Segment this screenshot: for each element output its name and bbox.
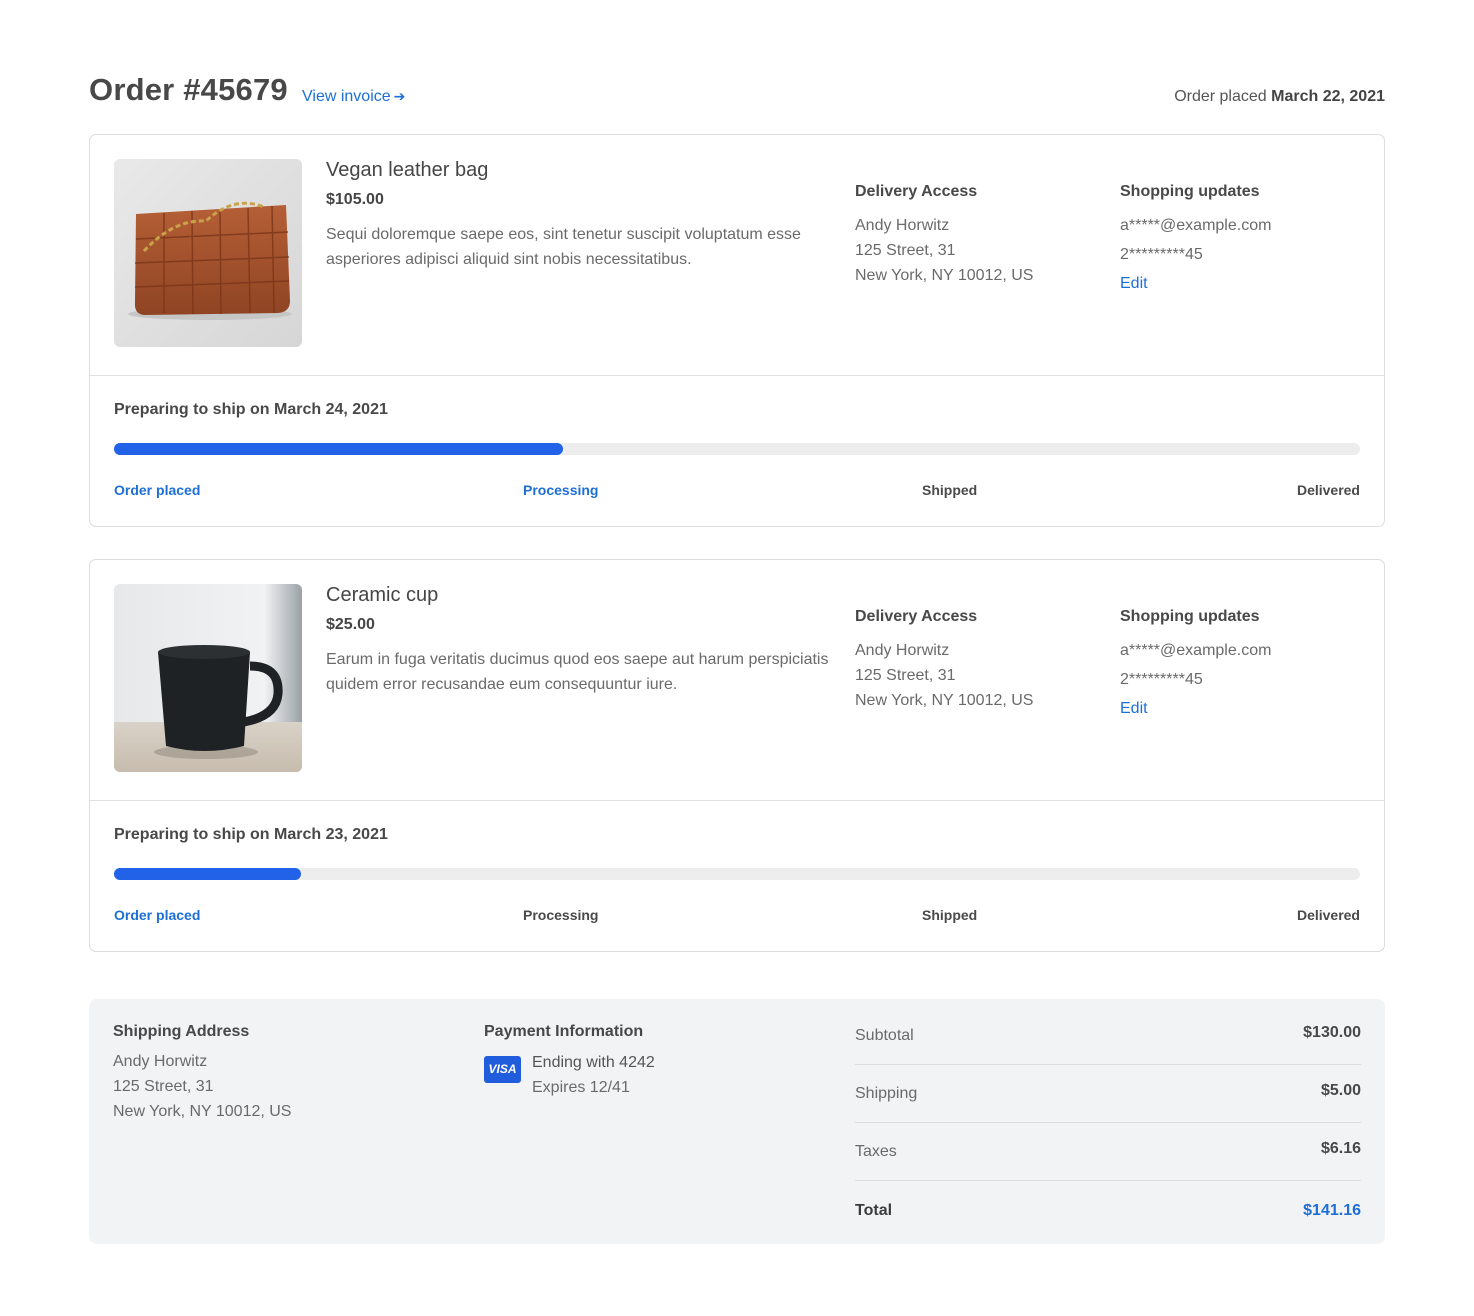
shipping-row: Shipping $5.00	[855, 1065, 1361, 1123]
shipping-city: New York, NY 10012, US	[113, 1103, 292, 1120]
visa-card-icon: VISA	[484, 1056, 521, 1083]
updates-email: a*****@example.com	[1120, 217, 1272, 234]
taxes-row: Taxes $6.16	[855, 1123, 1361, 1181]
shipping-street: 125 Street, 31	[113, 1078, 214, 1095]
order-placed-date: March 22, 2021	[1271, 88, 1385, 105]
updates-phone: 2*********45	[1120, 671, 1203, 688]
order-item-card: Vegan leather bag $105.00 Sequi doloremq…	[89, 134, 1385, 527]
subtotal-label: Subtotal	[855, 1027, 914, 1044]
step-shipped: Shipped	[922, 907, 978, 923]
product-description: Earum in fuga veritatis ducimus quod eos…	[326, 651, 829, 693]
delivery-street: 125 Street, 31	[855, 242, 956, 259]
step-delivered: Delivered	[1296, 482, 1360, 498]
payment-title: Payment Information	[484, 1023, 644, 1040]
delivery-city: New York, NY 10012, US	[855, 692, 1034, 709]
step-processing: Processing	[523, 907, 599, 923]
total-row: Total $141.16	[855, 1181, 1361, 1239]
shipping-label: Shipping	[855, 1085, 918, 1102]
step-delivered: Delivered	[1296, 907, 1360, 923]
product-description: Sequi doloremque saepe eos, sint tenetur…	[326, 226, 801, 268]
product-name: Vegan leather bag	[326, 159, 489, 181]
progress-fill	[114, 868, 301, 880]
card-expires: Expires 12/41	[532, 1079, 630, 1096]
delivery-title: Delivery Access	[855, 608, 978, 625]
product-image-bag[interactable]	[114, 159, 302, 347]
product-price: $105.00	[326, 191, 384, 208]
step-processing: Processing	[523, 482, 599, 498]
shipping-address-title: Shipping Address	[113, 1023, 250, 1040]
updates-title: Shopping updates	[1120, 608, 1260, 625]
order-placed-label: Order placed	[1174, 88, 1267, 105]
delivery-city: New York, NY 10012, US	[855, 267, 1034, 284]
delivery-name: Andy Horwitz	[855, 642, 950, 659]
order-summary: Shipping Address Andy Horwitz 125 Street…	[89, 999, 1385, 1244]
product-price: $25.00	[326, 616, 375, 633]
delivery-name: Andy Horwitz	[855, 217, 950, 234]
delivery-street: 125 Street, 31	[855, 667, 956, 684]
view-invoice-link[interactable]: View invoice ➔	[302, 88, 405, 106]
edit-updates-link[interactable]: Edit	[1120, 275, 1148, 293]
total-label: Total	[855, 1202, 893, 1219]
shipping-status: Preparing to ship on March 23, 2021	[114, 826, 388, 843]
step-order-placed: Order placed	[114, 482, 201, 498]
subtotal-row: Subtotal $130.00	[855, 1007, 1361, 1065]
progress-track	[114, 443, 1360, 455]
product-image-cup[interactable]	[114, 584, 302, 772]
progress-fill	[114, 443, 563, 455]
arrow-right-icon: ➔	[393, 88, 406, 104]
shipping-status: Preparing to ship on March 24, 2021	[114, 401, 388, 418]
edit-updates-link[interactable]: Edit	[1120, 700, 1148, 718]
taxes-label: Taxes	[855, 1143, 897, 1160]
updates-title: Shopping updates	[1120, 183, 1260, 200]
updates-phone: 2*********45	[1120, 246, 1203, 263]
shipping-name: Andy Horwitz	[113, 1053, 208, 1070]
delivery-title: Delivery Access	[855, 183, 978, 200]
taxes-value: $6.16	[1320, 1140, 1361, 1157]
page-title: Order #45679	[89, 72, 288, 107]
order-placed-info: Order placed March 22, 2021	[1174, 88, 1385, 106]
total-value: $141.16	[1303, 1202, 1361, 1219]
subtotal-value: $130.00	[1303, 1024, 1361, 1041]
step-order-placed: Order placed	[114, 907, 201, 923]
order-header: Order #45679 View invoice ➔ Order placed …	[89, 70, 1385, 114]
step-shipped: Shipped	[922, 482, 978, 498]
updates-email: a*****@example.com	[1120, 642, 1272, 659]
card-ending: Ending with 4242	[532, 1054, 655, 1071]
shipping-value: $5.00	[1320, 1082, 1361, 1099]
progress-track	[114, 868, 1360, 880]
view-invoice-label: View invoice	[302, 88, 391, 105]
product-name: Ceramic cup	[326, 584, 439, 606]
order-item-card: Ceramic cup $25.00 Earum in fuga veritat…	[89, 559, 1385, 952]
